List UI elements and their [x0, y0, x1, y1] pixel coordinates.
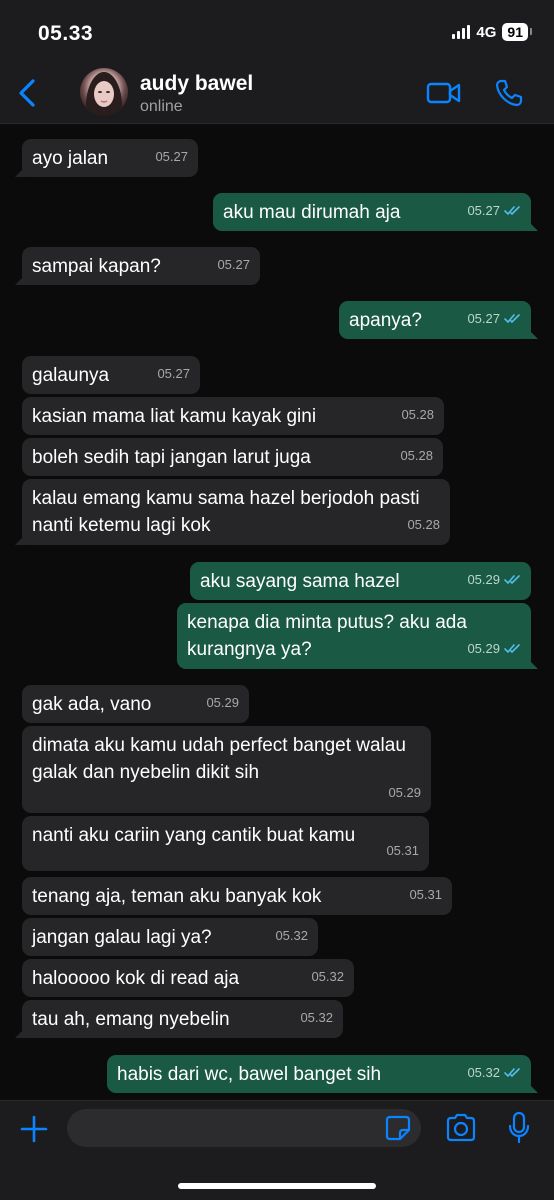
message-time: 05.28 [401, 407, 434, 422]
status-time: 05.33 [38, 22, 94, 45]
status-indicators: 4G 91 [452, 23, 532, 41]
message-time: 05.31 [409, 887, 442, 902]
chevron-left-icon[interactable] [14, 76, 42, 110]
message-time: 05.31 [386, 843, 419, 858]
message-time: 05.32 [467, 1065, 500, 1080]
message-text: kasian mama liat kamu kayak gini [32, 406, 317, 427]
battery-icon: 91 [502, 23, 532, 41]
message-text: kalau emang kamu sama hazel berjodoh pas… [32, 488, 420, 536]
status-bar: 05.33 4G 91 [0, 0, 554, 62]
message-bubble-incoming[interactable]: gak ada, vano 05.29 [22, 685, 249, 723]
double-check-icon [504, 575, 520, 585]
message-bubble-incoming[interactable]: jangan galau lagi ya? 05.32 [22, 918, 318, 956]
message-text: boleh sedih tapi jangan larut juga [32, 447, 311, 468]
message-time: 05.32 [311, 969, 344, 984]
message-bubble-incoming[interactable]: galaunya 05.27 [22, 356, 200, 394]
message-text: tenang aja, teman aku banyak kok [32, 886, 322, 907]
message-time: 05.32 [300, 1010, 333, 1025]
message-list[interactable]: ayo jalan 05.27 aku mau dirumah aja 05.2… [0, 124, 554, 1100]
message-bubble-incoming[interactable]: nanti aku cariin yang cantik buat kamu 0… [22, 816, 429, 871]
message-bubble-outgoing[interactable]: kenapa dia minta putus? aku ada kurangny… [177, 603, 531, 669]
message-time: 05.29 [467, 572, 500, 587]
message-time: 05.29 [206, 695, 239, 710]
message-bubble-outgoing[interactable]: aku mau dirumah aja 05.27 [213, 193, 531, 231]
message-text: nanti aku cariin yang cantik buat kamu [32, 825, 356, 846]
message-time: 05.28 [400, 448, 433, 463]
message-bubble-incoming[interactable]: dimata aku kamu udah perfect banget wala… [22, 726, 431, 813]
message-time: 05.27 [467, 203, 500, 218]
message-time: 05.28 [407, 517, 440, 532]
double-check-icon [504, 1068, 520, 1078]
video-camera-icon[interactable] [426, 80, 462, 106]
message-bubble-incoming[interactable]: kasian mama liat kamu kayak gini 05.28 [22, 397, 444, 435]
message-text: dimata aku kamu udah perfect banget wala… [32, 735, 406, 783]
message-bubble-incoming[interactable]: tau ah, emang nyebelin 05.32 [22, 1000, 343, 1038]
contact-avatar[interactable] [80, 68, 128, 116]
message-bubble-outgoing[interactable]: aku sayang sama hazel 05.29 [190, 562, 531, 600]
double-check-icon [504, 644, 520, 654]
message-bubble-incoming[interactable]: tenang aja, teman aku banyak kok 05.31 [22, 877, 452, 915]
double-check-icon [504, 206, 520, 216]
home-indicator [178, 1183, 376, 1189]
microphone-icon[interactable] [507, 1111, 531, 1145]
message-text: habis dari wc, bawel banget sih [117, 1064, 382, 1085]
message-text: tau ah, emang nyebelin [32, 1009, 230, 1030]
double-check-icon [504, 314, 520, 324]
phone-icon[interactable] [494, 78, 524, 108]
message-time: 05.29 [388, 785, 421, 800]
camera-icon[interactable] [445, 1113, 477, 1143]
message-bubble-incoming[interactable]: halooooo kok di read aja 05.32 [22, 959, 354, 997]
message-text: jangan galau lagi ya? [32, 927, 212, 948]
message-bubble-outgoing[interactable]: habis dari wc, bawel banget sih 05.32 [107, 1055, 531, 1093]
sticker-icon[interactable] [385, 1115, 411, 1141]
message-bubble-incoming[interactable]: kalau emang kamu sama hazel berjodoh pas… [22, 479, 450, 545]
message-time: 05.27 [155, 149, 188, 164]
message-time: 05.29 [467, 641, 500, 656]
signal-icon [452, 25, 471, 39]
message-time: 05.27 [157, 366, 190, 381]
message-bubble-outgoing[interactable]: apanya? 05.27 [339, 301, 531, 339]
chat-header: audy bawel online [0, 62, 554, 124]
message-bubble-incoming[interactable]: ayo jalan 05.27 [22, 139, 198, 177]
message-input[interactable] [67, 1109, 421, 1147]
network-type: 4G [476, 23, 497, 41]
message-time: 05.27 [467, 311, 500, 326]
plus-icon[interactable] [18, 1113, 50, 1145]
message-bubble-incoming[interactable]: boleh sedih tapi jangan larut juga 05.28 [22, 438, 443, 476]
message-time: 05.32 [275, 928, 308, 943]
message-time: 05.27 [217, 257, 250, 272]
contact-name[interactable]: audy bawel [140, 72, 253, 96]
composer-bar [0, 1100, 554, 1200]
contact-status: online [140, 98, 183, 115]
message-bubble-incoming[interactable]: sampai kapan? 05.27 [22, 247, 260, 285]
message-text: halooooo kok di read aja [32, 968, 240, 989]
